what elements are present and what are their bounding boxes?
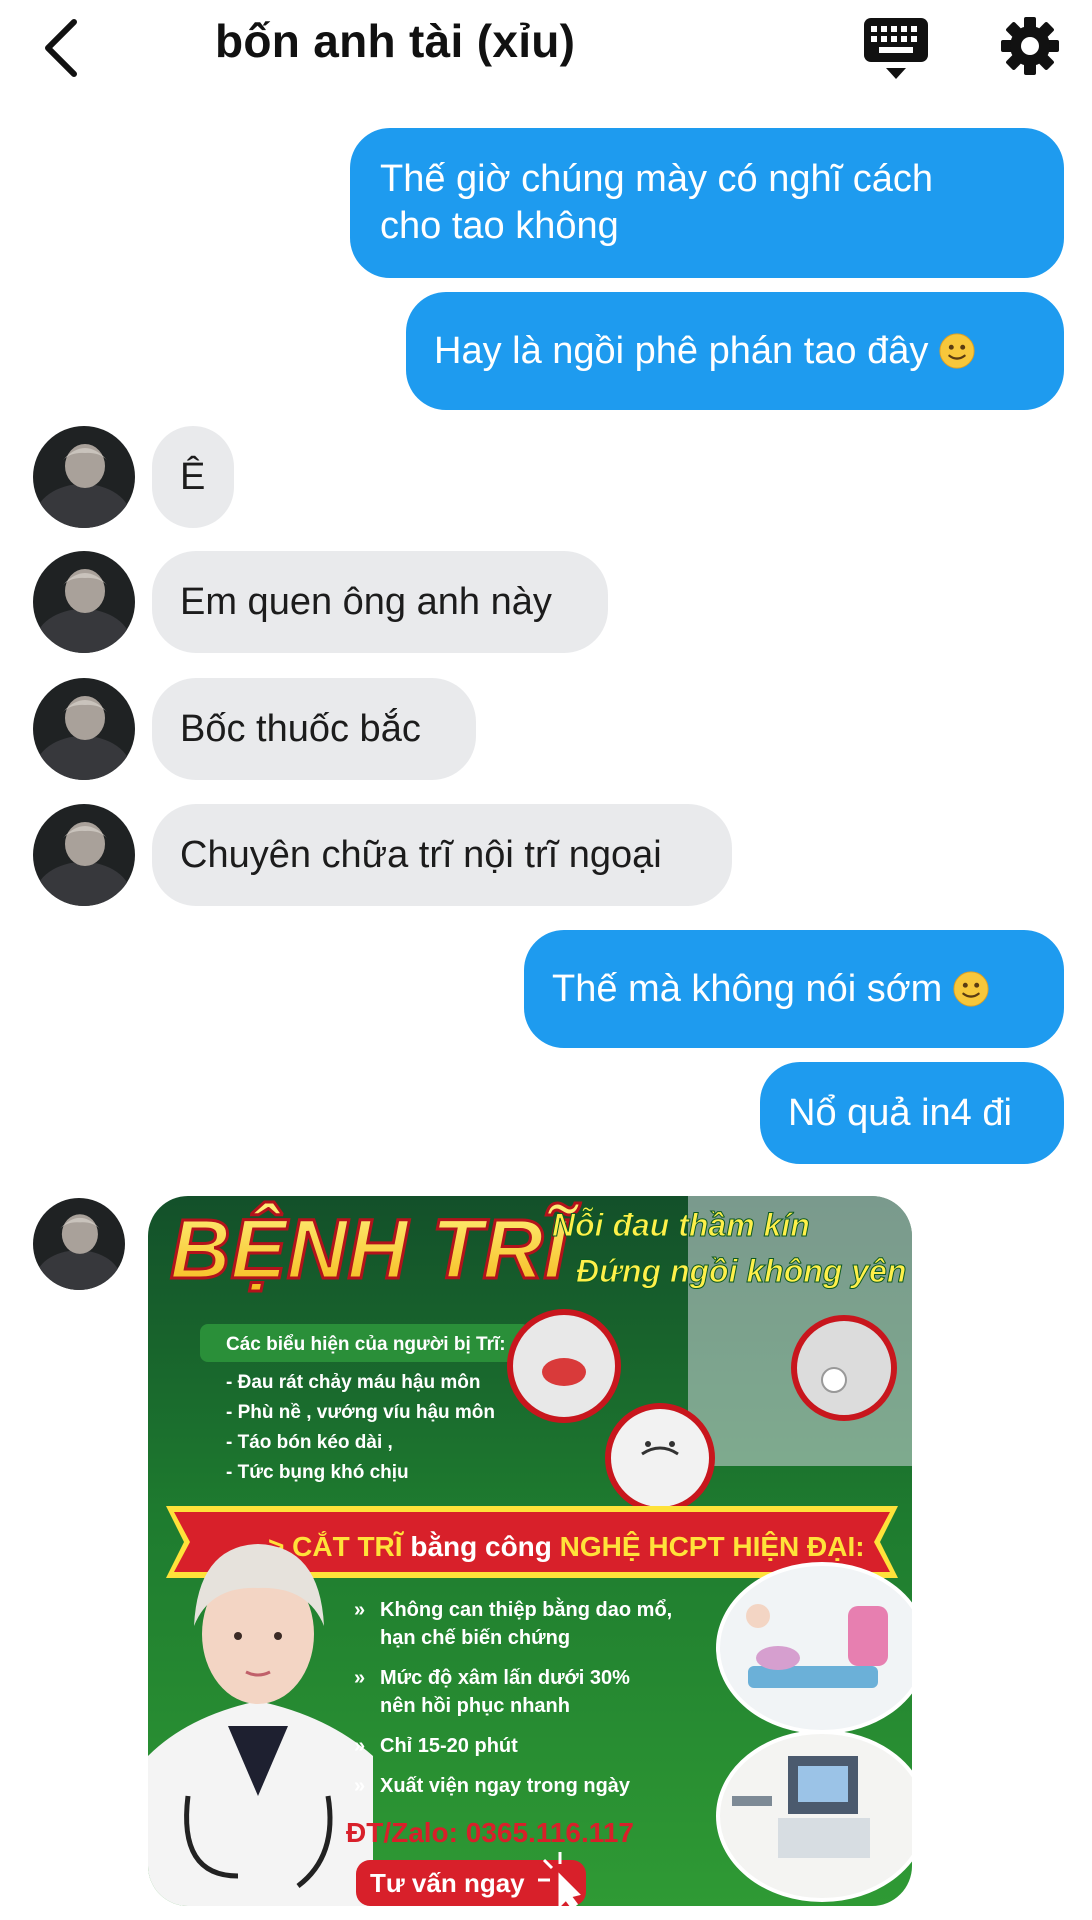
poster-tagline-1: Nỗi đau thầm kín [552,1207,810,1243]
gear-icon [1001,17,1059,75]
image-message[interactable]: BỆNH TRĨ Nỗi đau thầm kín Đứng ngồi khôn… [148,1196,912,1906]
avatar-image [33,678,135,780]
settings-button[interactable] [998,14,1062,78]
poster-tagline-2: Đứng ngồi không yên [576,1253,906,1289]
avatar-image [33,1198,125,1290]
poster-title: BỆNH TRĨ [170,1202,581,1296]
chat-title: bốn anh tài (xỉu) [215,15,576,67]
benefit-line: Chỉ 15-20 phút [380,1735,518,1757]
message-text: Hay là ngồi phê phán tao đây [434,329,929,372]
message-text: Thế giờ chúng mày có nghĩ cách cho tao k… [380,158,934,247]
avatar-image [33,551,135,653]
avatar-image [33,426,135,528]
message-bubble-outgoing[interactable]: Nổ quả in4 đi [760,1062,1064,1164]
benefit-line: Xuất viện ngay trong ngày [380,1775,631,1797]
symptoms-title: Các biểu hiện của người bị Trĩ: [226,1334,506,1355]
back-button[interactable] [36,12,96,84]
poster-contact: ĐT/Zalo: 0365.116.117 [346,1817,634,1848]
benefit-line: Mức độ xâm lấn dưới 30% [380,1667,630,1689]
message-text: Bốc thuốc bắc [180,707,421,750]
keyboard-icon [864,18,928,79]
avatar[interactable] [33,426,135,528]
message-text: Nổ quả in4 đi [788,1091,1012,1134]
benefit-line: hạn chế biến chứng [380,1627,570,1649]
message-text: Em quen ông anh này [180,580,552,623]
benefit-line: nên hồi phục nhanh [380,1695,570,1717]
slight-smile-emoji-icon [953,971,989,1007]
banner-part-3: NGHỆ HCPT HIỆN ĐẠI: [560,1531,865,1562]
avatar[interactable] [33,678,135,780]
message-bubble-incoming[interactable]: Ê [152,426,234,528]
svg-text:»: » [354,1599,365,1621]
chat-header: bốn anh tài (xỉu) [0,0,1092,96]
message-bubble-outgoing[interactable]: Thế giờ chúng mày có nghĩ cách cho tao k… [350,128,1064,278]
slight-smile-emoji-icon [939,333,975,369]
keyboard-button[interactable] [860,14,932,84]
banner-part-2: bằng công [403,1531,560,1562]
message-text: Chuyên chữa trĩ nội trĩ ngoại [180,833,662,876]
message-bubble-incoming[interactable]: Bốc thuốc bắc [152,678,476,780]
symptom-item: - Tức bụng khó chịu [226,1462,409,1483]
svg-text:»: » [354,1775,365,1797]
svg-text:»: » [354,1735,365,1757]
poster-cta: Tư vấn ngay [370,1868,525,1898]
symptom-item: - Táo bón kéo dài , [226,1432,393,1453]
avatar[interactable] [33,551,135,653]
avatar[interactable] [33,804,135,906]
message-bubble-incoming[interactable]: Chuyên chữa trĩ nội trĩ ngoại [152,804,732,906]
benefit-line: Không can thiệp bằng dao mổ, [380,1597,672,1621]
svg-text:»: » [354,1667,365,1689]
poster-image: BỆNH TRĨ Nỗi đau thầm kín Đứng ngồi khôn… [148,1196,912,1906]
symptom-item: - Phù nề , vướng víu hậu môn [226,1402,495,1423]
message-bubble-outgoing[interactable]: Thế mà không nói sớm [524,930,1064,1048]
message-bubble-incoming[interactable]: Em quen ông anh này [152,551,608,653]
symptom-item: - Đau rát chảy máu hậu môn [226,1372,480,1393]
avatar-image [33,804,135,906]
svg-text:> CẮT TRĨ bằng công NGHỆ HCPT: > CẮT TRĨ bằng công NGHỆ HCPT HIỆN ĐẠI: [268,1531,865,1562]
message-text: Thế mà không nói sớm [552,967,943,1010]
avatar[interactable] [33,1198,125,1290]
message-bubble-outgoing[interactable]: Hay là ngồi phê phán tao đây [406,292,1064,410]
message-text: Ê [180,455,206,498]
chevron-left-icon [45,19,77,77]
